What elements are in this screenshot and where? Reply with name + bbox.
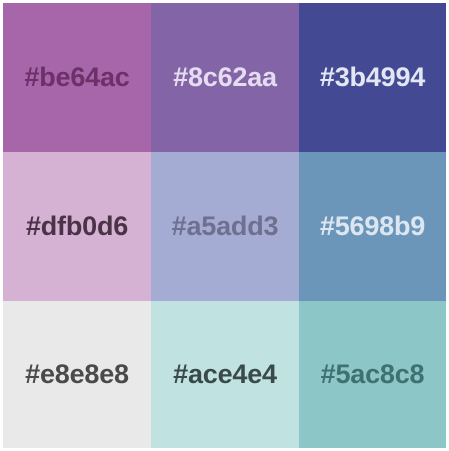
swatch-label: #a5add3 — [171, 211, 279, 241]
swatch-be64ac: #be64ac — [3, 3, 151, 152]
swatch-5698b9: #5698b9 — [299, 152, 446, 301]
swatch-ace4e4: #ace4e4 — [151, 301, 299, 448]
swatch-label: #3b4994 — [319, 62, 426, 92]
swatch-label: #5698b9 — [319, 211, 426, 241]
swatch-dfb0d6: #dfb0d6 — [3, 152, 151, 301]
swatch-a5add3: #a5add3 — [151, 152, 299, 301]
swatch-label: #be64ac — [24, 62, 130, 92]
swatch-label: #8c62aa — [173, 62, 277, 92]
swatch-label: #5ac8c8 — [320, 359, 425, 389]
swatch-3b4994: #3b4994 — [299, 3, 446, 152]
swatch-label: #e8e8e8 — [25, 359, 129, 389]
swatch-label: #ace4e4 — [173, 359, 277, 389]
color-swatch-grid: #be64ac #8c62aa #3b4994 #dfb0d6 #a5add3 … — [3, 3, 446, 448]
swatch-e8e8e8: #e8e8e8 — [3, 301, 151, 448]
swatch-5ac8c8: #5ac8c8 — [299, 301, 446, 448]
swatch-label: #dfb0d6 — [25, 211, 129, 241]
swatch-8c62aa: #8c62aa — [151, 3, 299, 152]
